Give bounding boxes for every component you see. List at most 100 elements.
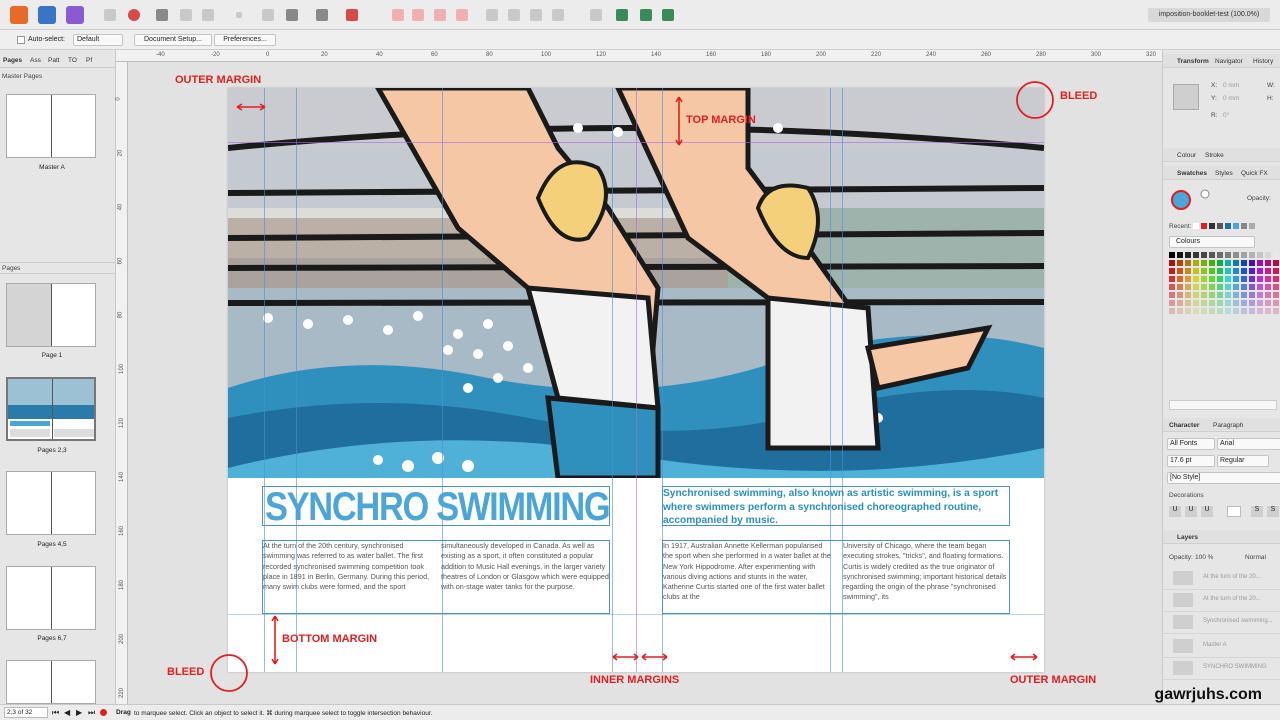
layer-row[interactable]: At the turn of the 20... [1163, 588, 1280, 612]
pages-4-5-thumbnail[interactable] [6, 471, 96, 535]
tab-preflight[interactable]: Pf [86, 57, 92, 64]
font-size-field[interactable]: 17.6 pt [1167, 455, 1215, 467]
colour-swatch[interactable] [1209, 268, 1215, 274]
font-collection-dropdown[interactable]: All Fonts [1167, 438, 1215, 450]
colour-swatch[interactable] [1217, 252, 1223, 258]
tab-character[interactable]: Character [1169, 422, 1199, 429]
spread-pages-2-3[interactable]: SYNCHRO SWIMMING Synchronised swimming, … [228, 88, 1044, 672]
tab-swatches[interactable]: Swatches [1177, 170, 1207, 177]
tab-layers[interactable]: Layers [1177, 534, 1198, 541]
blend-mode-dropdown[interactable]: Normal [1245, 554, 1266, 561]
colour-swatch[interactable] [1201, 292, 1207, 298]
colour-swatch[interactable] [1257, 284, 1263, 290]
colour-swatch[interactable] [1201, 260, 1207, 266]
colour-swatch[interactable] [1241, 300, 1247, 306]
colour-swatch[interactable] [1201, 308, 1207, 314]
colour-swatch[interactable] [1233, 252, 1239, 258]
colour-swatch[interactable] [1257, 276, 1263, 282]
colour-swatch[interactable] [1177, 276, 1183, 282]
colour-swatch[interactable] [1241, 292, 1247, 298]
colour-swatch[interactable] [1273, 276, 1279, 282]
colour-swatch[interactable] [1185, 300, 1191, 306]
colour-swatch[interactable] [1193, 284, 1199, 290]
colour-swatch[interactable] [1193, 268, 1199, 274]
colour-swatch[interactable] [1209, 260, 1215, 266]
colour-swatch[interactable] [1233, 276, 1239, 282]
colour-swatch[interactable] [1169, 252, 1175, 258]
layer-row[interactable]: Synchronised swimming... [1163, 610, 1280, 634]
move-forward-icon[interactable] [552, 9, 564, 21]
colour-swatch[interactable] [1193, 276, 1199, 282]
master-a-thumbnail[interactable] [6, 94, 96, 158]
flip-icon[interactable] [486, 9, 498, 21]
colour-swatch[interactable] [1217, 292, 1223, 298]
underline-icon[interactable]: U [1169, 506, 1181, 517]
tab-paragraph[interactable]: Paragraph [1213, 422, 1243, 429]
colour-swatch[interactable] [1209, 284, 1215, 290]
colour-swatch[interactable] [1169, 308, 1175, 314]
x-field[interactable]: 0 mm [1223, 82, 1239, 89]
colour-swatch[interactable] [1225, 260, 1231, 266]
decoration-buttons[interactable]: U U U S S [1167, 506, 1279, 518]
layer-row[interactable]: At the turn of the 20... [1163, 566, 1280, 590]
colour-swatch[interactable] [1233, 268, 1239, 274]
colour-swatch[interactable] [1249, 292, 1255, 298]
body-frame-left[interactable]: At the turn of the 20th century, synchro… [262, 540, 610, 614]
layer-row[interactable]: SYNCHRO SWIMMING [1163, 656, 1280, 680]
y-field[interactable]: 0 mm [1223, 95, 1239, 102]
font-family-dropdown[interactable]: Arial [1217, 438, 1280, 450]
colour-swatch[interactable] [1233, 284, 1239, 290]
pages-8-9-thumbnail[interactable] [6, 660, 96, 704]
pages-2-3-thumbnail[interactable] [6, 377, 96, 441]
anchor-point-selector[interactable] [1173, 84, 1199, 110]
recent-swatch[interactable] [1201, 223, 1207, 229]
tab-pages[interactable]: Pages [3, 57, 22, 64]
recent-swatch[interactable] [1209, 223, 1215, 229]
point-icon[interactable] [236, 12, 242, 18]
colour-palette-grid[interactable] [1169, 252, 1280, 322]
page-1-thumbnail[interactable] [6, 283, 96, 347]
tab-assets[interactable]: Ass [30, 57, 41, 64]
colour-swatch[interactable] [1217, 308, 1223, 314]
facing-pages-icon[interactable] [202, 9, 214, 21]
colour-swatch[interactable] [1249, 308, 1255, 314]
colour-swatch[interactable] [1233, 300, 1239, 306]
colour-swatch[interactable] [1273, 284, 1279, 290]
colour-swatch[interactable] [1241, 284, 1247, 290]
double-underline-icon[interactable]: U [1185, 506, 1197, 517]
assistant-icon[interactable] [616, 9, 628, 21]
body-frame-right[interactable]: In 1917, Australian Annette Kellerman po… [662, 540, 1010, 614]
colour-swatch[interactable] [1225, 284, 1231, 290]
double-strikethrough-icon[interactable]: S [1267, 506, 1279, 517]
align-icon[interactable] [316, 9, 328, 21]
view-mode-icon[interactable] [156, 9, 168, 21]
text-wrap-icon[interactable] [286, 9, 298, 21]
colour-swatch[interactable] [1265, 308, 1271, 314]
colour-swatch[interactable] [1257, 300, 1263, 306]
recent-swatches[interactable] [1193, 223, 1273, 231]
preflight-icon[interactable] [640, 9, 652, 21]
colour-swatch[interactable] [1241, 276, 1247, 282]
colour-swatch[interactable] [1241, 268, 1247, 274]
colour-swatch[interactable] [1257, 308, 1263, 314]
colour-swatch[interactable] [1193, 292, 1199, 298]
colour-swatch[interactable] [1185, 284, 1191, 290]
colour-swatch[interactable] [1177, 308, 1183, 314]
colour-swatch[interactable] [1225, 300, 1231, 306]
palette-dropdown[interactable]: Colours [1169, 236, 1255, 248]
colour-swatch[interactable] [1185, 268, 1191, 274]
preferences-button[interactable]: Preferences... [214, 34, 276, 46]
colour-swatch[interactable] [1177, 292, 1183, 298]
colour-swatch[interactable] [1201, 268, 1207, 274]
colour-swatch[interactable] [1265, 300, 1271, 306]
recent-swatch[interactable] [1193, 223, 1199, 229]
colour-swatch[interactable] [1273, 292, 1279, 298]
swatch-search-input[interactable] [1169, 400, 1277, 410]
colour-swatch[interactable] [1169, 300, 1175, 306]
document-setup-button[interactable]: Document Setup... [134, 34, 212, 46]
colour-swatch[interactable] [1249, 300, 1255, 306]
colour-swatch[interactable] [1217, 268, 1223, 274]
colour-swatch[interactable] [1273, 308, 1279, 314]
layers-opacity-value[interactable]: 100 % [1195, 554, 1213, 561]
magnet-icon[interactable] [346, 9, 358, 21]
